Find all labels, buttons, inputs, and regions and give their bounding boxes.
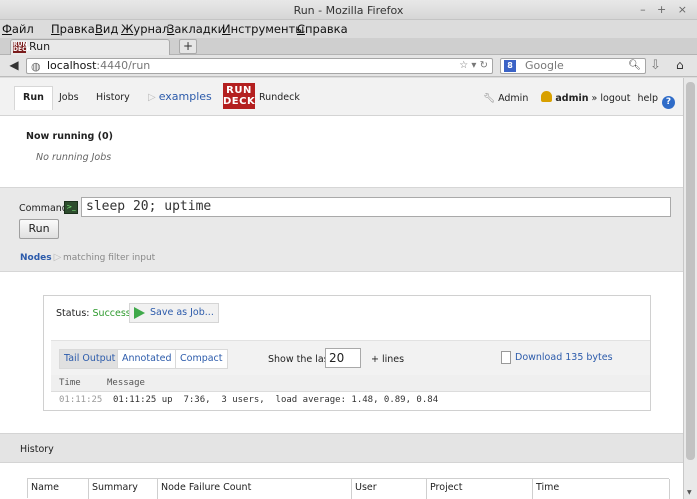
history-title: History	[20, 444, 54, 455]
menu-bar: Файл Правка Вид Журнал Закладки Инструме…	[0, 20, 697, 38]
menu-history[interactable]: Журнал	[121, 22, 169, 36]
output-toolbar: Tail Output Annotated Compact Show the l…	[51, 340, 650, 375]
page-viewport: Run Jobs History ▷ examples RUN DECK Runde…	[0, 78, 683, 499]
log-header: Time Message	[51, 375, 650, 392]
project-selector[interactable]: ▷ examples	[148, 90, 212, 103]
rundeck-navbar: Run Jobs History ▷ examples RUN DECK Runde…	[0, 78, 683, 116]
log-header-time: Time	[59, 378, 81, 388]
run-button[interactable]: Run	[19, 219, 59, 239]
column-time[interactable]: Time	[533, 479, 670, 499]
save-as-job-button[interactable]: Save as Job...	[129, 303, 219, 323]
now-running-title: Now running (0)	[26, 131, 113, 142]
url-host: localhost	[47, 59, 97, 72]
new-tab-button[interactable]: +	[179, 39, 197, 54]
no-running-jobs-text: No running Jobs	[36, 152, 112, 163]
play-icon	[134, 307, 145, 319]
document-icon	[501, 351, 511, 364]
help-icon[interactable]: ?	[662, 96, 675, 109]
reload-icon[interactable]: ☆ ▾ ↻	[459, 59, 488, 73]
triangle-icon: ▷	[53, 252, 62, 263]
project-name: examples	[158, 90, 212, 103]
scrollbar-thumb[interactable]	[686, 82, 695, 460]
search-icon[interactable]: 🔍︎	[628, 59, 641, 73]
user-icon	[541, 91, 553, 102]
user-menu: 🔧︎ Admin admin » logout help?	[483, 91, 675, 109]
column-summary[interactable]: Summary	[89, 479, 158, 499]
google-icon: 8	[504, 60, 516, 72]
url-path: :4440/run	[96, 59, 151, 72]
column-name[interactable]: Name	[28, 479, 89, 499]
column-node-failure-count[interactable]: Node Failure Count	[158, 479, 352, 499]
nav-tab-run[interactable]: Run	[14, 86, 53, 110]
lines-suffix[interactable]: + lines	[371, 354, 404, 365]
column-user[interactable]: User	[352, 479, 427, 499]
address-bar[interactable]: ◍ localhost:4440/run ☆ ▾ ↻	[26, 58, 493, 74]
rundeck-logo[interactable]: RUN DECK	[223, 83, 255, 109]
tab-title: Run	[29, 40, 51, 53]
tab-annotated[interactable]: Annotated	[117, 349, 177, 369]
scroll-down-arrow-icon[interactable]: ▼	[687, 489, 692, 496]
triangle-icon: ▷	[148, 92, 156, 103]
navigation-bar: ◀ ◍ localhost:4440/run ☆ ▾ ↻ 8 Google 🔍︎…	[0, 55, 697, 77]
menu-edit[interactable]: Правка	[51, 22, 95, 36]
menu-tools[interactable]: Инструменты	[222, 22, 304, 36]
brand-name[interactable]: Rundeck	[259, 92, 300, 103]
terminal-icon: >_	[64, 201, 78, 214]
history-table-header: Name Summary Node Failure Count User Pro…	[27, 478, 670, 499]
rundeck-favicon-icon: RUN DECK	[13, 41, 32, 53]
menu-bookmarks[interactable]: Закладки	[167, 22, 225, 36]
log-header-message: Message	[107, 378, 145, 388]
command-input[interactable]: sleep 20; uptime	[81, 197, 671, 217]
search-input[interactable]: 8 Google 🔍︎	[500, 58, 646, 74]
log-message: 01:11:25 up 7:36, 3 users, load average:…	[113, 395, 439, 405]
download-arrow-icon[interactable]: ⇩	[650, 58, 661, 73]
column-project[interactable]: Project	[427, 479, 533, 499]
execution-result: Status: Successful Save as Job... Tail O…	[43, 295, 651, 411]
browser-tab-run[interactable]: RUN DECK Run	[10, 39, 170, 55]
log-time: 01:11:25	[59, 395, 103, 405]
tab-strip: RUN DECK Run +	[0, 38, 697, 55]
logout-link[interactable]: » logout	[592, 93, 631, 104]
admin-link[interactable]: Admin	[498, 93, 528, 104]
window-titlebar: Run - Mozilla Firefox – + ×	[0, 0, 697, 20]
help-link[interactable]: help	[637, 93, 658, 104]
back-arrow-icon[interactable]: ◀	[4, 58, 24, 74]
log-row: 01:11:25 01:11:25 up 7:36, 3 users, load…	[51, 392, 650, 408]
nodes-toggle[interactable]: Nodes ▷	[20, 252, 61, 263]
history-section-header: History	[0, 433, 683, 463]
menu-view[interactable]: Вид	[95, 22, 118, 36]
tab-compact[interactable]: Compact	[175, 349, 228, 369]
globe-icon: ◍	[31, 60, 41, 73]
username[interactable]: admin	[555, 93, 588, 104]
menu-file[interactable]: Файл	[2, 22, 34, 36]
tab-tail-output[interactable]: Tail Output	[59, 349, 121, 369]
command-panel: Command: >_ sleep 20; uptime Run Nodes ▷ …	[0, 187, 683, 272]
download-output-link[interactable]: Download 135 bytes	[501, 351, 613, 364]
wrench-icon: 🔧︎	[483, 93, 496, 104]
nav-tab-jobs[interactable]: Jobs	[59, 92, 79, 103]
nav-tab-history[interactable]: History	[96, 92, 130, 103]
home-icon[interactable]: ⌂	[676, 58, 684, 72]
node-filter-text: matching filter input	[63, 253, 156, 263]
window-title: Run - Mozilla Firefox	[293, 4, 404, 17]
search-placeholder: Google	[525, 59, 564, 72]
lines-count-input[interactable]: 20	[325, 348, 361, 368]
menu-help[interactable]: Справка	[297, 22, 348, 36]
page-scrollbar[interactable]: ▼	[683, 78, 697, 499]
window-controls[interactable]: – + ×	[640, 3, 691, 16]
